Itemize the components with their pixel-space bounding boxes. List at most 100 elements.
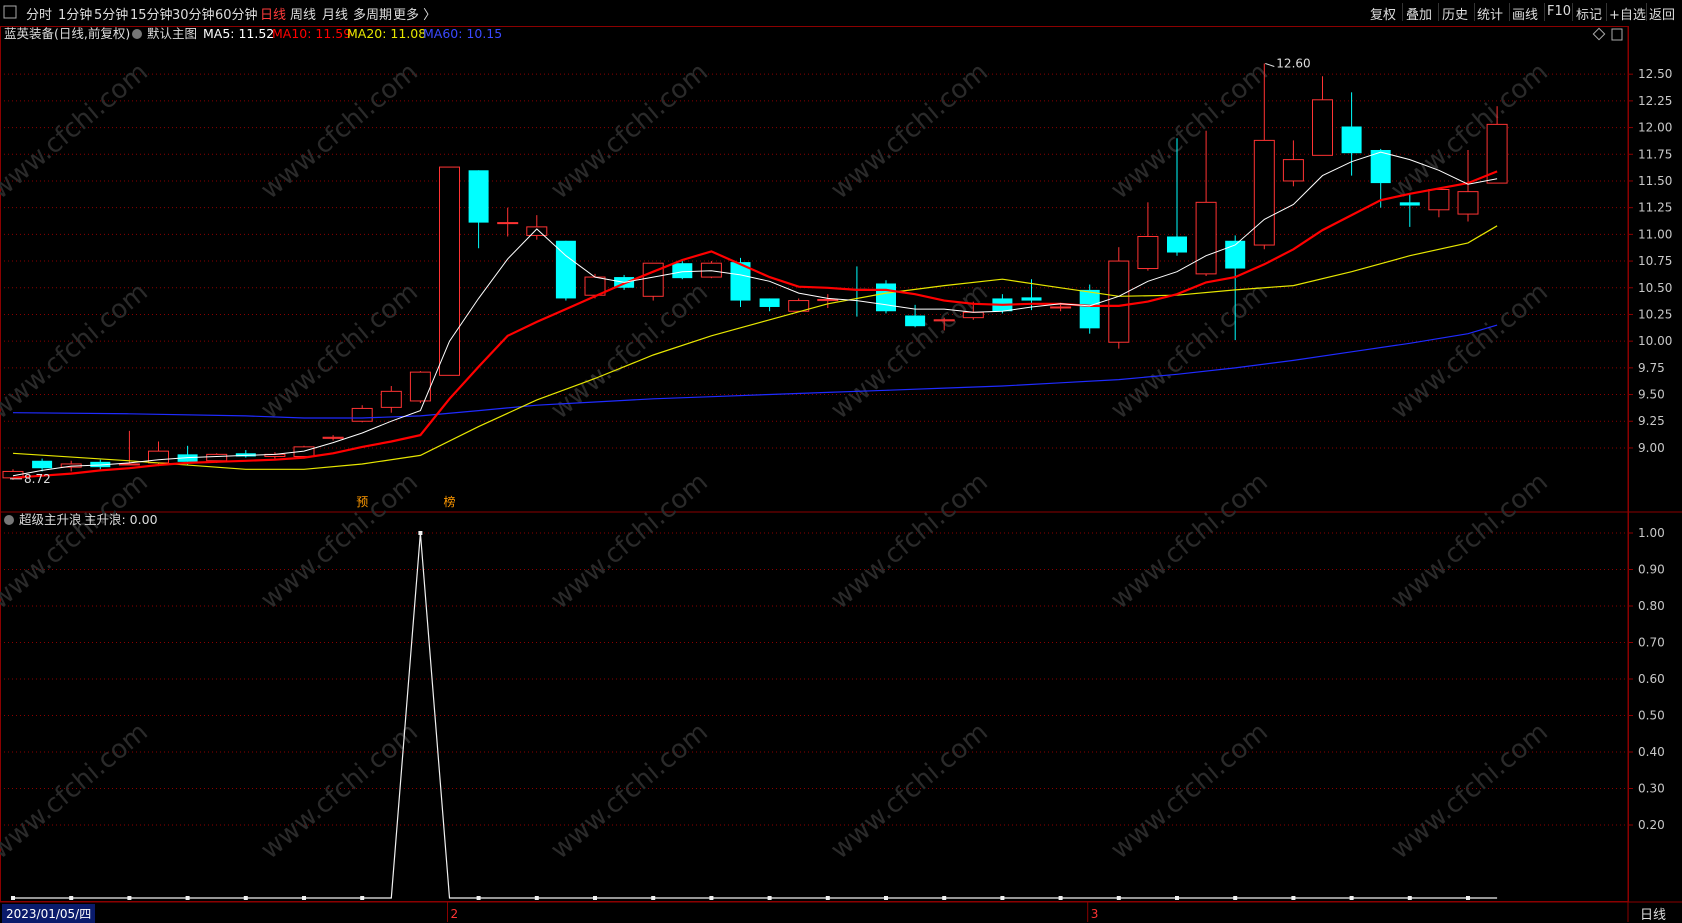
high-price-pointer <box>1265 63 1275 67</box>
candle-up <box>700 262 722 278</box>
kline-chart[interactable]: 9.00 9.25 9.50 9.75 10.00 10.25 10.50 10.75 11.0… <box>0 0 1682 922</box>
indicator-marker <box>825 896 830 900</box>
ma20-line <box>12 225 1498 470</box>
candle-down <box>1370 149 1391 184</box>
candle-up <box>409 371 431 402</box>
indicator-marker <box>1058 896 1063 900</box>
candle-up <box>962 311 984 319</box>
watermark-text: www.cfchi.com <box>825 717 994 865</box>
watermark-text: www.cfchi.com <box>825 467 994 615</box>
price-tick-label: 10.50 <box>1638 281 1672 295</box>
indicator-marker <box>884 896 888 900</box>
price-tick-label: 9.25 <box>1638 414 1665 428</box>
candle-down <box>759 298 780 307</box>
candle-up <box>497 222 519 225</box>
diamond-icon <box>1592 27 1606 41</box>
watermark-text: www.cfchi.com <box>1105 717 1274 865</box>
candle-up <box>206 453 228 462</box>
indicator-marker <box>942 896 947 900</box>
indicator-marker <box>767 896 772 900</box>
indicator-marker <box>243 896 248 900</box>
settings-icon <box>132 29 142 39</box>
indicator-tick-label: 0.30 <box>1638 782 1665 796</box>
price-tick-label: 10.00 <box>1638 334 1672 348</box>
price-tick-label: 10.75 <box>1638 254 1672 268</box>
indicator-marker <box>651 896 656 900</box>
candle-up <box>1312 99 1333 156</box>
price-tick-label: 10.25 <box>1638 307 1672 321</box>
price-tick-label: 11.25 <box>1638 201 1672 215</box>
price-tick-label: 11.50 <box>1638 174 1672 188</box>
price-tick-label: 11.75 <box>1638 147 1672 161</box>
month-label: 2 <box>451 907 459 921</box>
candle-up <box>380 390 402 408</box>
candle-up <box>1137 235 1159 270</box>
candle-down <box>876 283 896 312</box>
indicator-marker <box>1175 896 1179 900</box>
period-indicator: 日线 <box>1640 908 1667 923</box>
panel-toggle-icon <box>1611 28 1623 41</box>
indicator-tick-label: 0.40 <box>1638 745 1665 759</box>
price-tick-label: 9.00 <box>1638 441 1665 455</box>
indicator-marker <box>1233 896 1238 900</box>
candle-up <box>1457 191 1479 215</box>
candle-down <box>1079 289 1100 329</box>
candle-up <box>933 319 955 322</box>
indicator-marker <box>1349 896 1354 900</box>
low-price-label: 8.72 <box>24 472 51 486</box>
candle-up <box>148 450 169 464</box>
high-price-label: 12.60 <box>1276 56 1310 70</box>
candle-up <box>439 166 460 376</box>
candle-down <box>1167 236 1187 253</box>
watermark-text: www.cfchi.com <box>1385 467 1554 615</box>
watermark-text: www.cfchi.com <box>0 277 154 425</box>
ma20-legend: MA20: 11.08 <box>347 26 426 41</box>
indicator-tick-label: 0.70 <box>1638 636 1665 650</box>
indicator-name: 超级主升浪 <box>19 512 82 527</box>
watermark-text: www.cfchi.com <box>1385 277 1554 425</box>
watermark-text: www.cfchi.com <box>1105 467 1274 615</box>
indicator-marker <box>534 896 539 900</box>
indicator-line <box>13 532 1498 899</box>
indicator-value: 主升浪: 0.00 <box>84 512 158 527</box>
indicator-marker <box>1466 896 1470 900</box>
indicator-marker <box>1407 896 1412 900</box>
candle-up <box>526 226 548 236</box>
menu-square-icon <box>3 5 17 19</box>
ma5-legend: MA5: 11.52 <box>203 26 274 41</box>
price-tick-label: 9.75 <box>1638 361 1665 375</box>
cursor-date: 2023/01/05/四 <box>2 904 96 923</box>
price-tick-label: 9.50 <box>1638 388 1665 402</box>
candle-down <box>468 170 489 223</box>
chart-name: 默认主图 <box>147 26 197 41</box>
indicator-marker <box>127 896 132 900</box>
candle-down <box>1399 202 1420 206</box>
watermark-text: www.cfchi.com <box>0 717 154 865</box>
watermark-text: www.cfchi.com <box>1385 717 1554 865</box>
event-tag-bang: 榜 <box>444 494 456 509</box>
watermark-text: www.cfchi.com <box>255 467 424 615</box>
candle-up <box>322 436 344 439</box>
indicator-tick-label: 0.90 <box>1638 563 1665 577</box>
watermark-text: www.cfchi.com <box>1105 277 1274 425</box>
price-tick-label: 12.50 <box>1638 67 1672 81</box>
ma10-legend: MA10: 11.59 <box>272 26 351 41</box>
indicator-marker <box>593 896 597 900</box>
candle-down <box>672 263 693 279</box>
indicator-marker <box>360 896 365 900</box>
ma60-line <box>12 324 1498 419</box>
price-tick-label: 12.00 <box>1638 121 1672 135</box>
price-tick-label: 12.25 <box>1638 94 1672 108</box>
indicator-marker <box>418 531 423 535</box>
candle-up <box>1108 260 1130 343</box>
candle-up <box>1195 201 1217 275</box>
watermark-text: www.cfchi.com <box>545 717 714 865</box>
indicator-marker <box>11 896 15 900</box>
candle-down <box>32 460 53 469</box>
watermark-text: www.cfchi.com <box>545 57 714 205</box>
candle-up <box>1253 139 1275 246</box>
watermark-text: www.cfchi.com <box>0 467 154 615</box>
candle-up <box>817 299 839 302</box>
candle-up <box>1428 189 1450 211</box>
indicator-marker <box>185 896 190 900</box>
